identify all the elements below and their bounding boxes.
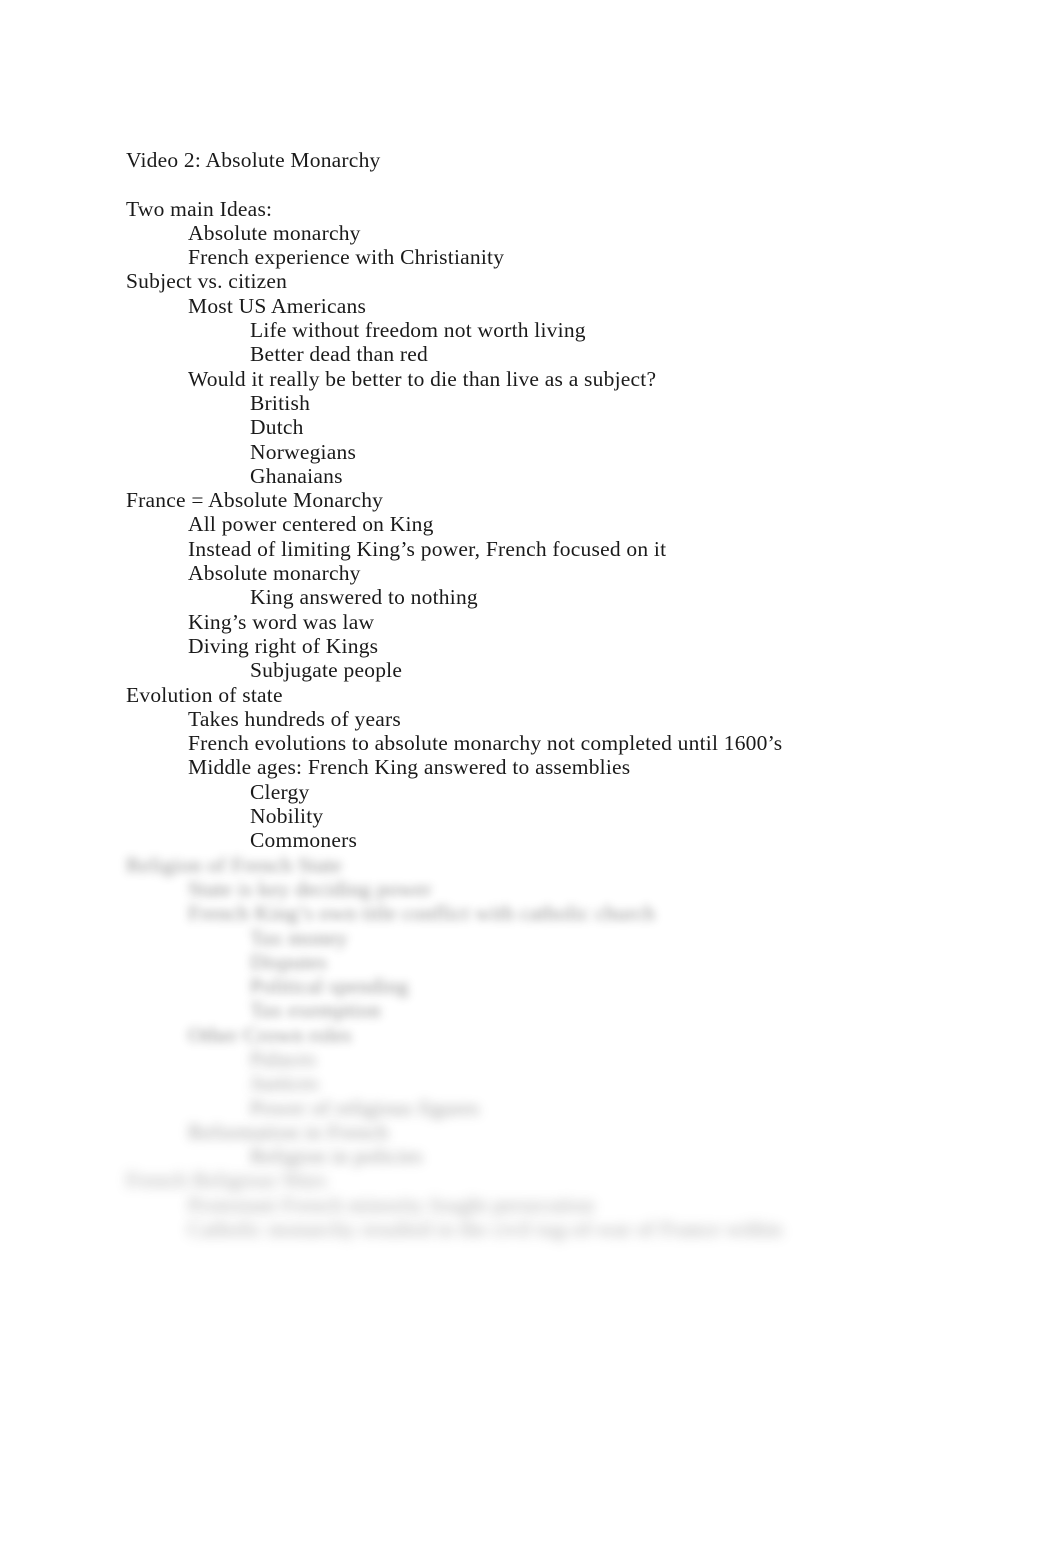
document-line: Commoners xyxy=(250,828,358,853)
document-page: Video 2: Absolute Monarchy Two main Idea… xyxy=(0,0,1062,1561)
document-line: All power centered on King xyxy=(188,512,434,537)
document-line: King answered to nothing xyxy=(250,585,478,610)
document-line: British xyxy=(250,390,311,415)
document-line: Subjugate people xyxy=(250,658,403,683)
document-line: Dutch xyxy=(250,415,304,440)
document-line-blurred: State is key deciding power xyxy=(188,876,432,901)
document-line-blurred: Protestant French minority fought persec… xyxy=(188,1192,595,1217)
document-line-blurred: Justices xyxy=(250,1071,319,1096)
document-line: Instead of limiting King’s power, French… xyxy=(188,536,667,561)
document-line: Life without freedom not worth living xyxy=(250,318,586,343)
document-line: Absolute monarchy xyxy=(188,220,361,245)
document-line: King’s word was law xyxy=(188,609,375,634)
document-line: Middle ages: French King answered to ass… xyxy=(188,755,631,780)
document-line-blurred: Religion of French State xyxy=(126,852,342,877)
document-line: French experience with Christianity xyxy=(188,245,505,270)
document-line: Video 2: Absolute Monarchy xyxy=(126,148,381,172)
document-line-blurred: Other Crown roles xyxy=(188,1022,352,1047)
document-line: Nobility xyxy=(250,804,324,829)
document-line-blurred: Palaces xyxy=(250,1046,316,1071)
document-line-blurred: Power of religious figures xyxy=(250,1095,480,1120)
document-line-blurred: Political spending xyxy=(250,974,409,999)
document-line: Most US Americans xyxy=(188,293,367,318)
document-line: Clergy xyxy=(250,779,310,804)
document-line: Would it really be better to die than li… xyxy=(188,366,657,391)
document-line: Better dead than red xyxy=(250,342,429,367)
document-line-blurred: French King’s own title conflict with ca… xyxy=(188,901,655,926)
document-line-blurred: Catholic monarchy resulted in the civil … xyxy=(188,1217,783,1242)
document-line: Evolution of state xyxy=(126,682,283,707)
document-line-blurred: Tax exemption xyxy=(250,998,381,1023)
document-body: Video 2: Absolute Monarchy Two main Idea… xyxy=(126,148,986,1241)
document-line: French evolutions to absolute monarchy n… xyxy=(188,731,783,756)
document-line: Ghanaians xyxy=(250,463,343,488)
document-line: Subject vs. citizen xyxy=(126,269,288,294)
document-line-blurred: French Religious Wars xyxy=(126,1168,327,1193)
document-line-blurred: Tax money xyxy=(250,925,348,950)
document-line: Diving right of Kings xyxy=(188,633,379,658)
document-line-blurred: Religion in policies xyxy=(250,1144,423,1169)
document-line: Absolute monarchy xyxy=(188,561,361,586)
document-line-blurred: Disputes xyxy=(250,949,327,974)
document-line: Norwegians xyxy=(250,439,357,464)
document-line: France = Absolute Monarchy xyxy=(126,488,384,513)
document-blank-line xyxy=(126,172,986,196)
document-line: Two main Ideas: xyxy=(126,196,273,221)
document-line: Takes hundreds of years xyxy=(188,706,401,731)
document-line-blurred: Reformation in French xyxy=(188,1119,389,1144)
